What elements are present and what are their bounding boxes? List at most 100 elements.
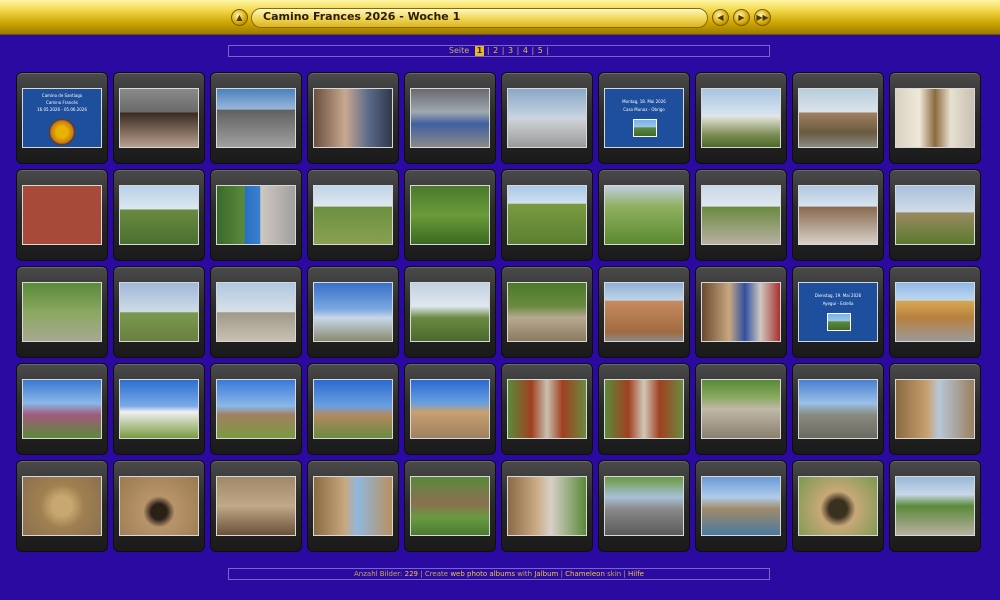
- photo: [604, 185, 684, 245]
- photo-thumbnail[interactable]: [16, 169, 108, 261]
- photo: [410, 476, 490, 536]
- photo: [119, 282, 199, 342]
- photo: [701, 379, 781, 439]
- photo-thumbnail[interactable]: [113, 460, 205, 552]
- photo-thumbnail[interactable]: [598, 460, 690, 552]
- photo-thumbnail[interactable]: [598, 169, 690, 261]
- photo: [22, 282, 102, 342]
- photo-thumbnail[interactable]: [501, 266, 593, 358]
- help-link[interactable]: Hilfe: [628, 570, 644, 578]
- page-link-4[interactable]: 4: [523, 46, 528, 55]
- footer: Anzahl Bilder: 229 | Create web photo al…: [228, 568, 770, 580]
- folder-cover-line: Camino Francés: [46, 100, 78, 105]
- photo-thumbnail[interactable]: [307, 266, 399, 358]
- photo-thumbnail[interactable]: [16, 266, 108, 358]
- page-link-5[interactable]: 5: [538, 46, 543, 55]
- photo: [119, 88, 199, 148]
- photo-thumbnail[interactable]: [210, 72, 302, 164]
- photo: [22, 185, 102, 245]
- photo: [895, 476, 975, 536]
- folder-cover: Camino de Santiago Camino Francés 16.05.…: [22, 88, 102, 148]
- photo-thumbnail[interactable]: [210, 460, 302, 552]
- photo-thumbnail[interactable]: [113, 169, 205, 261]
- image-count-label: Anzahl Bilder:: [354, 570, 403, 578]
- page-link-2[interactable]: 2: [493, 46, 498, 55]
- previous-icon[interactable]: ◀: [712, 9, 729, 26]
- photo: [701, 185, 781, 245]
- folder-thumbnail[interactable]: Camino de Santiago Camino Francés 16.05.…: [16, 72, 108, 164]
- photo: [22, 476, 102, 536]
- photo-thumbnail[interactable]: [695, 169, 787, 261]
- photo-thumbnail[interactable]: [307, 169, 399, 261]
- photo-thumbnail[interactable]: [404, 363, 496, 455]
- folder-cover-line: Ayegui - Estella: [822, 301, 854, 306]
- photo-thumbnail[interactable]: [501, 363, 593, 455]
- photo-thumbnail[interactable]: [307, 72, 399, 164]
- photo-thumbnail[interactable]: [695, 266, 787, 358]
- photo: [313, 88, 393, 148]
- photo-thumbnail[interactable]: [792, 72, 884, 164]
- photo: [410, 379, 490, 439]
- photo-thumbnail[interactable]: [501, 460, 593, 552]
- photo-thumbnail[interactable]: [16, 363, 108, 455]
- photo: [604, 282, 684, 342]
- photo: [507, 185, 587, 245]
- folder-cover-line: 16.05.2026 - 05.06.2026: [37, 107, 87, 112]
- photo-thumbnail[interactable]: [889, 266, 981, 358]
- photo-thumbnail[interactable]: [404, 266, 496, 358]
- photo-thumbnail[interactable]: [307, 363, 399, 455]
- photo-thumbnail[interactable]: [889, 460, 981, 552]
- photo-thumbnail[interactable]: [404, 169, 496, 261]
- photo-thumbnail[interactable]: [792, 169, 884, 261]
- photo-thumbnail[interactable]: [113, 72, 205, 164]
- folder-thumbnail[interactable]: Montag, 18. Mai 2026 Casa Munoz - Obrigo: [598, 72, 690, 164]
- photo: [895, 185, 975, 245]
- chameleon-skin-link[interactable]: Chameleon: [565, 570, 605, 578]
- folder-preview-image: [827, 313, 851, 331]
- photo-thumbnail[interactable]: [695, 363, 787, 455]
- web-photo-albums-link[interactable]: web photo albums: [450, 570, 515, 578]
- photo: [895, 282, 975, 342]
- photo-thumbnail[interactable]: [404, 460, 496, 552]
- photo: [410, 185, 490, 245]
- photo-thumbnail[interactable]: [210, 266, 302, 358]
- photo-thumbnail[interactable]: [210, 363, 302, 455]
- home-icon[interactable]: ▲: [231, 9, 248, 26]
- photo: [798, 185, 878, 245]
- page-link-1[interactable]: 1: [474, 46, 485, 56]
- photo: [216, 282, 296, 342]
- skin-label: skin: [607, 570, 622, 578]
- photo-thumbnail[interactable]: [792, 460, 884, 552]
- create-label: Create: [424, 570, 449, 578]
- play-icon[interactable]: ▶: [733, 9, 750, 26]
- shell-icon: [49, 119, 75, 145]
- jalbum-link[interactable]: Jalbum: [534, 570, 558, 578]
- photo-thumbnail[interactable]: [792, 363, 884, 455]
- photo-thumbnail[interactable]: [889, 363, 981, 455]
- photo-thumbnail[interactable]: [404, 72, 496, 164]
- photo: [798, 379, 878, 439]
- photo: [798, 88, 878, 148]
- photo: [313, 476, 393, 536]
- photo: [798, 476, 878, 536]
- photo-thumbnail[interactable]: [113, 266, 205, 358]
- photo-thumbnail[interactable]: [598, 363, 690, 455]
- photo-thumbnail[interactable]: [210, 169, 302, 261]
- photo-thumbnail[interactable]: [889, 169, 981, 261]
- photo-thumbnail[interactable]: [695, 72, 787, 164]
- photo-thumbnail[interactable]: [113, 363, 205, 455]
- photo: [895, 88, 975, 148]
- folder-thumbnail[interactable]: Dienstag, 19. Mai 2026 Ayegui - Estella: [792, 266, 884, 358]
- photo-thumbnail[interactable]: [695, 460, 787, 552]
- photo-thumbnail[interactable]: [307, 460, 399, 552]
- photo-thumbnail[interactable]: [501, 72, 593, 164]
- page-link-3[interactable]: 3: [508, 46, 513, 55]
- photo: [701, 476, 781, 536]
- photo-thumbnail[interactable]: [501, 169, 593, 261]
- folder-preview-image: [633, 119, 657, 137]
- album-title-bar: Camino Frances 2026 - Woche 1: [251, 8, 708, 28]
- photo-thumbnail[interactable]: [889, 72, 981, 164]
- photo-thumbnail[interactable]: [16, 460, 108, 552]
- photo-thumbnail[interactable]: [598, 266, 690, 358]
- next-icon[interactable]: ▶▶: [754, 9, 771, 26]
